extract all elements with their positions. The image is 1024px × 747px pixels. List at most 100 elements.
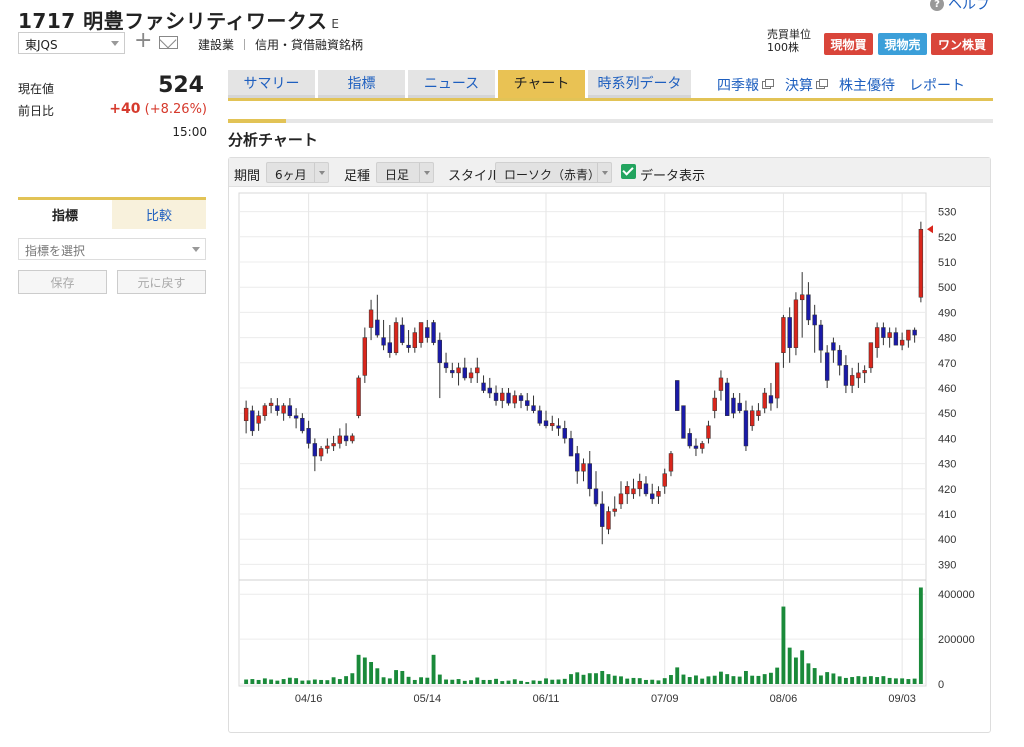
candle-body [568, 438, 574, 457]
volume-bar [256, 679, 261, 684]
sidebar-tab-indicators[interactable]: 指標 [18, 200, 112, 229]
volume-bar [362, 657, 367, 684]
volume-bar [356, 654, 361, 684]
data-display-checkbox[interactable] [621, 164, 636, 179]
candle-body [462, 367, 467, 379]
volume-bar [300, 680, 305, 684]
link-earnings[interactable]: 決算 [785, 75, 828, 95]
volume-bar [431, 654, 436, 684]
volume-bar [369, 662, 374, 684]
volume-bar [644, 679, 648, 684]
current-price: 524 [158, 73, 204, 98]
tab-summary[interactable]: サマリー [228, 70, 315, 99]
volume-bar [412, 679, 417, 684]
volume-bar [619, 676, 623, 684]
link-report[interactable]: レポート [909, 75, 965, 95]
candle-body [818, 324, 824, 351]
price-tick-label: 460 [938, 383, 956, 395]
volume-bar [725, 674, 730, 684]
candle-body [243, 407, 249, 422]
period-select[interactable]: 6ヶ月 [266, 162, 329, 183]
candle-body [581, 463, 586, 472]
link-shikiho[interactable]: 四季報 [717, 75, 774, 95]
candle-body [362, 337, 368, 376]
data-display-label: データ表示 [640, 169, 706, 184]
price-tick-label: 480 [938, 333, 956, 345]
price-tick-label: 510 [938, 257, 956, 269]
indicator-select[interactable]: 指標を選択 [18, 238, 206, 260]
section-divider [228, 119, 993, 123]
date-tick-label: 07/09 [651, 693, 679, 705]
help-link[interactable]: ? ヘルプ [930, 0, 990, 14]
candle-body [899, 339, 905, 346]
chart-toolbar: 期間 6ヶ月 足種 日足 スタイル ローソク（赤青） データ表示 [229, 158, 990, 187]
sell-spot-button[interactable]: 現物売 [878, 33, 927, 55]
volume-bar [581, 674, 586, 684]
link-shareholder-benefits[interactable]: 株主優待 [839, 75, 895, 95]
candle-body [662, 473, 667, 487]
reset-button[interactable]: 元に戻す [117, 270, 206, 294]
volume-bar [787, 647, 792, 684]
tab-news[interactable]: ニュース [408, 70, 495, 99]
stock-tags: 建設業 信用・貸借融資銘柄 [198, 36, 363, 53]
style-value: ローソク（赤青） [504, 168, 601, 182]
volume-bar [868, 676, 873, 684]
volume-bar [450, 679, 455, 684]
candle-body [456, 367, 461, 374]
volume-bar [419, 677, 423, 684]
candle-body [268, 402, 274, 406]
candle-body [425, 327, 430, 338]
volume-bar [325, 680, 330, 684]
candlestick-chart[interactable]: 530 520 510 500 490 480 470 460 450 440 430 420 410 4… [229, 187, 990, 732]
candle-body [912, 329, 917, 336]
candle-body [887, 332, 892, 338]
candle-body [593, 488, 599, 505]
candle-body [837, 349, 842, 366]
volume-tick-label: 400000 [938, 589, 975, 601]
market-select[interactable]: 東JQS [18, 32, 125, 54]
candle-body [256, 415, 261, 424]
volume-bar [606, 674, 611, 684]
external-link-icon [816, 79, 828, 89]
volume-bar [775, 667, 780, 684]
candle-body [743, 410, 749, 447]
volume-bar [312, 679, 317, 684]
add-watchlist-plus-icon[interactable]: + [134, 30, 152, 52]
volume-bar [756, 675, 761, 684]
save-button[interactable]: 保存 [18, 270, 107, 294]
candle-body [293, 415, 299, 419]
volume-bar [812, 668, 817, 684]
price-tick-label: 470 [938, 358, 956, 370]
tab-indicators[interactable]: 指標 [318, 70, 405, 99]
tab-underline [228, 98, 993, 101]
candle-body [906, 329, 911, 341]
interval-select[interactable]: 日足 [376, 162, 434, 183]
tag-industry[interactable]: 建設業 [198, 36, 234, 53]
tab-chart[interactable]: チャート [498, 70, 585, 99]
volume-bar [625, 678, 630, 684]
change-label: 前日比 [18, 104, 55, 118]
candle-body [750, 410, 755, 427]
candle-body [681, 405, 686, 439]
style-select[interactable]: ローソク（赤青） [495, 162, 612, 183]
volume-bar [544, 678, 548, 684]
volume-bar [631, 677, 636, 684]
sidebar-tab-compare[interactable]: 比較 [112, 200, 206, 229]
volume-bar [319, 679, 324, 684]
volume-bar [287, 677, 292, 684]
mail-icon[interactable] [159, 36, 178, 49]
candle-body [706, 425, 711, 439]
tab-time-series[interactable]: 時系列データ [588, 70, 691, 99]
buy-spot-button[interactable]: 現物買 [824, 33, 873, 55]
period-label: 期間 [234, 169, 261, 184]
candle-body [412, 332, 417, 348]
candle-body [668, 453, 674, 472]
external-link-icon [762, 79, 774, 89]
one-share-buy-button[interactable]: ワン株買 [931, 33, 993, 55]
section-title: 分析チャート [228, 131, 318, 149]
trade-unit-label: 売買単位 [767, 28, 811, 41]
volume-bar [337, 679, 342, 684]
price-tick-label: 400 [938, 534, 956, 546]
volume-bar [550, 679, 555, 684]
trade-unit: 売買単位 100株 [767, 28, 811, 54]
